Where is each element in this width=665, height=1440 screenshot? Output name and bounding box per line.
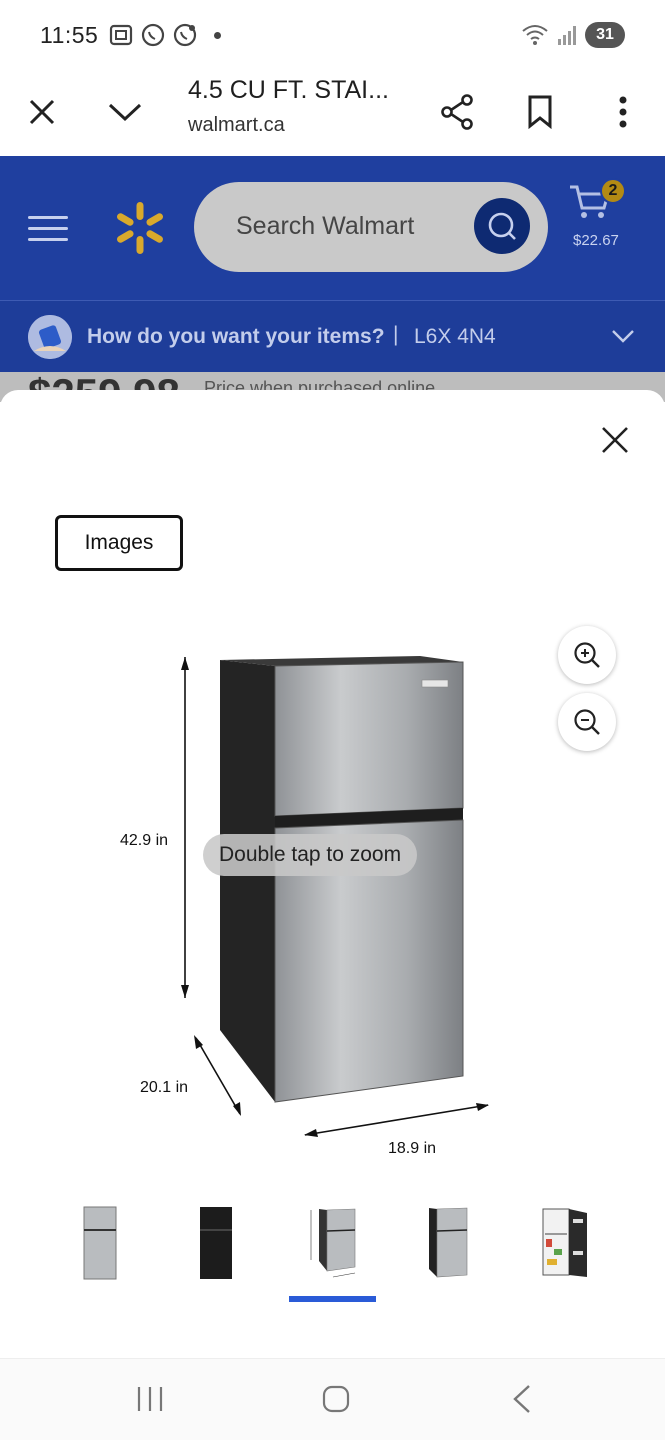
screenshot-icon	[109, 24, 133, 46]
share-icon	[441, 94, 473, 130]
close-viewer-button[interactable]	[595, 420, 635, 460]
fulfillment-separator: |	[393, 323, 399, 346]
zoom-hint-tooltip: Double tap to zoom	[203, 834, 418, 876]
dimension-width-label: 18.9 in	[388, 1140, 437, 1157]
back-icon	[513, 1385, 530, 1413]
more-options-button[interactable]	[599, 88, 647, 136]
status-notification-icons	[108, 22, 221, 48]
postal-code: L6X 4N4	[414, 325, 496, 348]
wifi-icon	[522, 25, 548, 45]
whatsapp-business-icon	[173, 23, 197, 47]
menu-button[interactable]	[28, 208, 68, 248]
search-icon	[488, 212, 516, 240]
tab-images[interactable]: Images	[55, 515, 183, 571]
chevron-down-icon	[612, 330, 634, 343]
status-system-icons: 31	[521, 22, 625, 48]
fulfillment-selector[interactable]: How do you want your items? | L6X 4N4	[0, 300, 665, 372]
close-tab-button[interactable]	[18, 88, 66, 136]
bookmark-icon	[528, 95, 552, 129]
walmart-header: Search Walmart 2 $22.67	[0, 156, 665, 300]
recent-apps-button[interactable]	[126, 1379, 174, 1419]
zoom-in-button[interactable]	[558, 626, 616, 684]
cart-count-badge: 2	[600, 178, 626, 204]
bookmark-button[interactable]	[516, 88, 564, 136]
walmart-spark-logo[interactable]	[112, 200, 168, 256]
search-input[interactable]: Search Walmart	[194, 182, 548, 272]
status-time: 11:55	[40, 22, 99, 48]
image-viewer-modal: Images 42.9 in 20.1 in 18.9 in Double ta…	[0, 390, 665, 1358]
notification-dot	[214, 31, 221, 39]
whatsapp-icon	[141, 23, 165, 47]
share-button[interactable]	[433, 88, 481, 136]
chevron-down-icon	[108, 103, 142, 122]
menu-icon-line	[28, 216, 68, 219]
thumb-stainless-front[interactable]	[60, 1200, 140, 1286]
search-button[interactable]	[474, 198, 530, 254]
dimension-height-label: 42.9 in	[120, 832, 169, 849]
close-icon	[602, 427, 628, 453]
thumb-black-front[interactable]	[176, 1200, 256, 1286]
minimize-tab-button[interactable]	[101, 88, 149, 136]
zoom-in-icon	[574, 642, 600, 668]
page-title: 4.5 CU FT. STAI...	[188, 76, 389, 104]
home-button[interactable]	[312, 1379, 360, 1419]
fulfillment-question: How do you want your items?	[87, 325, 385, 348]
thumb-stainless-angle[interactable]	[408, 1200, 488, 1286]
zoom-out-button[interactable]	[558, 693, 616, 751]
thumbnail-strip	[0, 1200, 665, 1300]
page-url: walmart.ca	[188, 114, 285, 136]
signal-icon	[558, 26, 576, 45]
back-button[interactable]	[498, 1379, 546, 1419]
delivery-illustration-icon	[28, 315, 72, 359]
menu-icon-line	[28, 238, 68, 241]
system-navigation-bar	[0, 1358, 665, 1440]
cart-total: $22.67	[573, 232, 619, 249]
home-icon	[322, 1385, 350, 1413]
close-icon	[29, 99, 55, 125]
battery-indicator: 31	[585, 22, 625, 48]
dimension-depth-label: 20.1 in	[140, 1079, 189, 1096]
selected-thumbnail-indicator	[289, 1296, 376, 1302]
search-placeholder: Search Walmart	[236, 212, 415, 240]
custom-tab-toolbar: 4.5 CU FT. STAI... walmart.ca	[0, 72, 665, 156]
menu-icon-line	[28, 227, 68, 230]
recent-apps-icon	[137, 1387, 163, 1411]
thumb-dimensions[interactable]	[293, 1200, 373, 1286]
thumb-open-doors[interactable]	[525, 1200, 605, 1286]
more-vert-icon	[619, 96, 627, 128]
status-bar: 11:55 31	[0, 0, 665, 72]
zoom-out-icon	[574, 709, 600, 735]
